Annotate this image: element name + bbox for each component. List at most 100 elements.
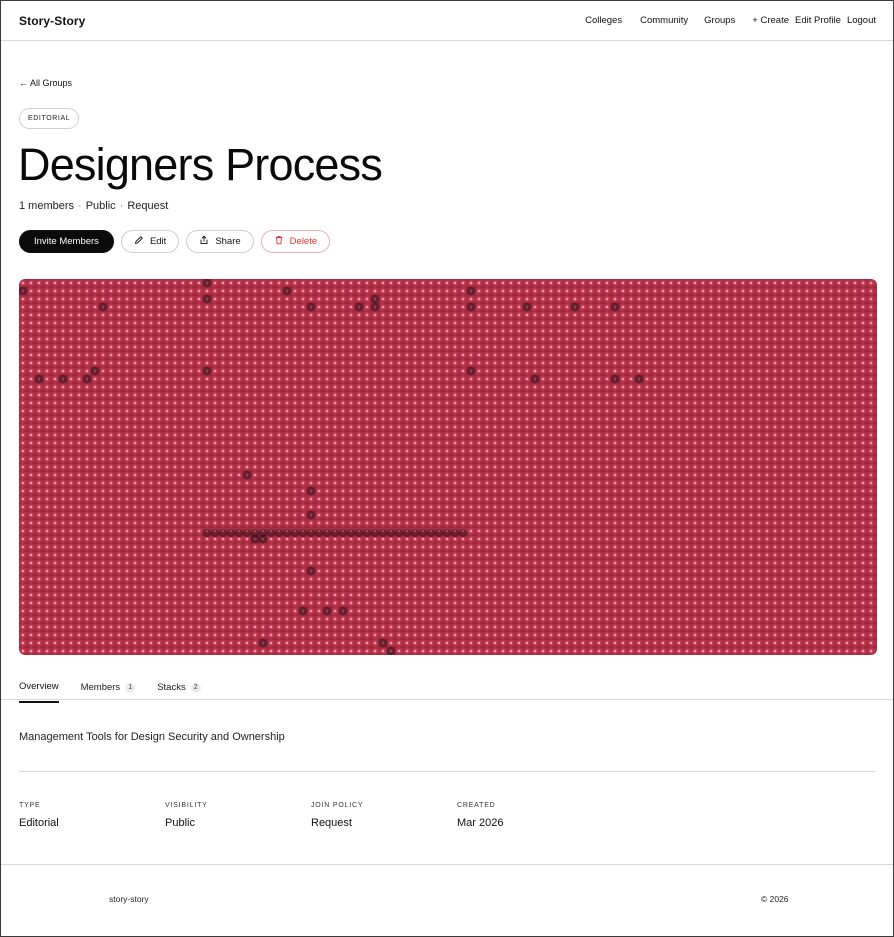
- cover-dark-cell: [434, 528, 444, 538]
- cover-dark-cell: [282, 286, 292, 296]
- cover-dark-cell: [226, 528, 236, 538]
- meta-separator: ·: [119, 200, 124, 212]
- cover-dark-cell: [242, 528, 252, 538]
- cover-dark-cell: [202, 294, 212, 304]
- cover-dark-cell: [610, 374, 620, 384]
- detail-label: VISIBILITY: [165, 802, 208, 809]
- nav-link-logout[interactable]: Logout: [847, 15, 876, 26]
- group-cover-image: [19, 279, 877, 655]
- detail-label: CREATED: [457, 802, 496, 809]
- cover-dark-cell: [82, 374, 92, 384]
- tab-divider: [1, 699, 893, 700]
- member-count: 1 members: [19, 200, 75, 212]
- detail-join-policy: JOIN POLICY Request: [311, 802, 457, 829]
- cover-dark-cell: [290, 528, 300, 538]
- group-description: Management Tools for Design Security and…: [19, 731, 285, 743]
- cover-dark-cell: [322, 606, 332, 616]
- detail-value: Mar 2026: [457, 817, 504, 829]
- brand-logo[interactable]: Story-Story: [19, 14, 85, 28]
- cover-dark-cell: [450, 528, 460, 538]
- cover-dark-cell: [370, 294, 380, 304]
- cover-dark-cell: [250, 528, 260, 538]
- footer-brand[interactable]: story-story: [109, 894, 149, 904]
- detail-label: TYPE: [19, 802, 41, 809]
- edit-button[interactable]: Edit: [120, 230, 180, 253]
- detail-visibility: VISIBILITY Public: [165, 802, 311, 829]
- members-count-badge: 1: [125, 682, 136, 693]
- nav-link-colleges[interactable]: Colleges: [585, 15, 622, 26]
- cover-dark-cell: [210, 528, 220, 538]
- tab-overview-label: Overview: [19, 681, 59, 692]
- cover-dark-cell: [346, 528, 356, 538]
- detail-type: TYPE Editorial: [19, 802, 165, 829]
- cover-dark-cell: [386, 646, 396, 655]
- group-details: TYPE Editorial VISIBILITY Public JOIN PO…: [19, 802, 603, 829]
- detail-created: CREATED Mar 2026: [457, 802, 603, 829]
- nav-link-community[interactable]: Community: [640, 15, 688, 26]
- stacks-count-badge: 2: [190, 682, 201, 693]
- share-label: Share: [215, 236, 241, 247]
- cover-dark-cell: [370, 302, 380, 312]
- meta-separator: ·: [78, 200, 82, 212]
- edit-label: Edit: [149, 236, 167, 247]
- trash-icon: [274, 235, 290, 248]
- cover-dark-cell: [306, 510, 316, 520]
- cover-dark-cell: [634, 374, 644, 384]
- cover-dark-cell: [322, 528, 332, 538]
- cover-dark-cell: [458, 528, 468, 538]
- tab-members-label: Members: [80, 682, 121, 693]
- cover-dark-cell: [19, 286, 28, 296]
- cover-dark-cell: [34, 374, 44, 384]
- cover-dark-cell: [282, 528, 292, 538]
- page: Story-Story Colleges Community Groups + …: [0, 0, 894, 937]
- cover-dark-cell: [218, 528, 228, 538]
- cover-dark-cell: [58, 374, 68, 384]
- cover-dark-cell: [362, 528, 372, 538]
- back-to-groups-link[interactable]: ← All Groups: [19, 78, 72, 88]
- cover-dark-cell: [418, 528, 428, 538]
- cover-dark-cell: [306, 486, 316, 496]
- footer-divider: [1, 864, 893, 865]
- invite-members-button[interactable]: Invite Members: [19, 230, 114, 253]
- cover-dark-cell: [306, 566, 316, 576]
- share-button[interactable]: Share: [186, 230, 254, 253]
- delete-button[interactable]: Delete: [260, 230, 331, 253]
- cover-dark-cell: [90, 366, 100, 376]
- nav-link-groups[interactable]: Groups: [704, 15, 735, 26]
- cover-dark-cell: [202, 279, 212, 288]
- pencil-icon: [134, 235, 150, 248]
- cover-dark-cell: [306, 302, 316, 312]
- page-title: Designers Process: [18, 139, 383, 190]
- cover-dark-cell: [466, 286, 476, 296]
- cover-dark-cell: [306, 528, 316, 538]
- detail-label: JOIN POLICY: [311, 802, 364, 809]
- cover-dark-cell: [266, 528, 276, 538]
- cover-dark-cell: [402, 528, 412, 538]
- cover-dark-cell: [530, 374, 540, 384]
- cover-dark-cell: [426, 528, 436, 538]
- cover-dark-cell: [378, 638, 388, 648]
- detail-value: Public: [165, 817, 195, 829]
- nav-link-create[interactable]: + Create: [752, 15, 789, 26]
- cover-dark-cell: [394, 528, 404, 538]
- share-icon: [199, 235, 215, 248]
- cover-dark-cell: [242, 470, 252, 480]
- cover-dark-cell: [466, 302, 476, 312]
- group-type-tag: EDITORIAL: [19, 108, 80, 129]
- invite-members-label: Invite Members: [34, 236, 99, 247]
- cover-dark-cell: [274, 528, 284, 538]
- detail-value: Editorial: [19, 817, 59, 829]
- cover-dark-cell: [610, 302, 620, 312]
- cover-pattern: [19, 279, 644, 655]
- delete-label: Delete: [289, 236, 318, 247]
- detail-value: Request: [311, 817, 352, 829]
- cover-dark-cell: [466, 366, 476, 376]
- cover-dark-cell: [442, 528, 452, 538]
- tab-stacks-label: Stacks: [157, 682, 186, 693]
- section-divider: [19, 771, 875, 772]
- nav-link-edit-profile[interactable]: Edit Profile: [795, 15, 841, 26]
- cover-dark-cell: [298, 606, 308, 616]
- cover-dark-cell: [98, 302, 108, 312]
- nav-links: Colleges Community Groups + Create Edit …: [585, 15, 876, 26]
- cover-dark-cell: [378, 528, 388, 538]
